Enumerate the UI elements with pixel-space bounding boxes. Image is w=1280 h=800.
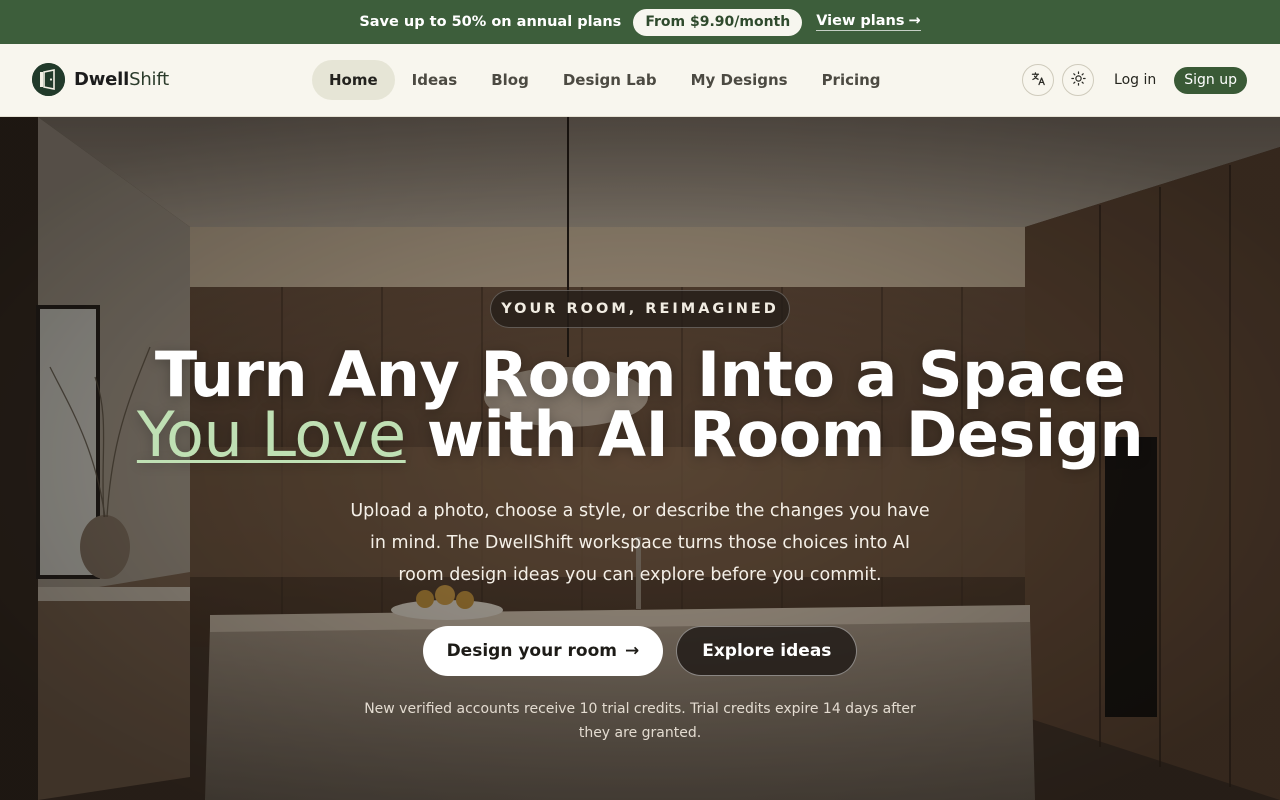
arrow-right-icon: → [624, 641, 640, 661]
explore-ideas-button[interactable]: Explore ideas [676, 626, 858, 676]
view-plans-label: View plans [816, 13, 905, 29]
view-plans-link[interactable]: View plans → [816, 13, 921, 31]
design-your-room-label: Design your room [446, 641, 617, 661]
hero-headline: Turn Any Room Into a Space You Love with… [0, 344, 1280, 466]
nav-ideas[interactable]: Ideas [395, 60, 475, 100]
headline-line2: with AI Room Design [405, 398, 1144, 471]
login-link[interactable]: Log in [1114, 72, 1156, 88]
top-nav: DwellShift Home Ideas Blog Design Lab My… [0, 44, 1280, 117]
nav-blog[interactable]: Blog [474, 60, 546, 100]
arrow-right-icon: → [908, 13, 921, 29]
hero-content: YOUR ROOM, REIMAGINED Turn Any Room Into… [0, 117, 1280, 800]
promo-text: Save up to 50% on annual plans [359, 14, 622, 30]
main-nav-links: Home Ideas Blog Design Lab My Designs Pr… [312, 60, 898, 100]
brand-name: DwellShift [74, 69, 170, 90]
hero-cta-row: Design your room → Explore ideas [0, 626, 1280, 676]
promo-banner: Save up to 50% on annual plans From $9.9… [0, 0, 1280, 44]
brand-logo[interactable]: DwellShift [32, 63, 169, 96]
nav-my-designs[interactable]: My Designs [674, 60, 805, 100]
nav-design-lab[interactable]: Design Lab [546, 60, 674, 100]
hero-subtitle: Upload a photo, choose a style, or descr… [350, 501, 930, 585]
price-pill: From $9.90/month [633, 8, 803, 36]
hero-section: YOUR ROOM, REIMAGINED Turn Any Room Into… [0, 117, 1280, 800]
nav-actions: Log in Sign up [1022, 64, 1247, 96]
nav-pricing[interactable]: Pricing [805, 60, 898, 100]
sun-icon [1070, 70, 1086, 90]
language-button[interactable] [1022, 64, 1055, 96]
door-logo-icon [32, 63, 65, 96]
design-your-room-button[interactable]: Design your room → [422, 626, 664, 676]
headline-accent: You Love [136, 398, 406, 471]
trial-credits-note: New verified accounts receive 10 trial c… [364, 701, 916, 741]
signup-button[interactable]: Sign up [1174, 66, 1247, 94]
hero-eyebrow-badge: YOUR ROOM, REIMAGINED [490, 290, 790, 328]
language-icon [1031, 71, 1046, 90]
nav-home[interactable]: Home [312, 60, 395, 100]
theme-toggle-button[interactable] [1062, 64, 1095, 96]
